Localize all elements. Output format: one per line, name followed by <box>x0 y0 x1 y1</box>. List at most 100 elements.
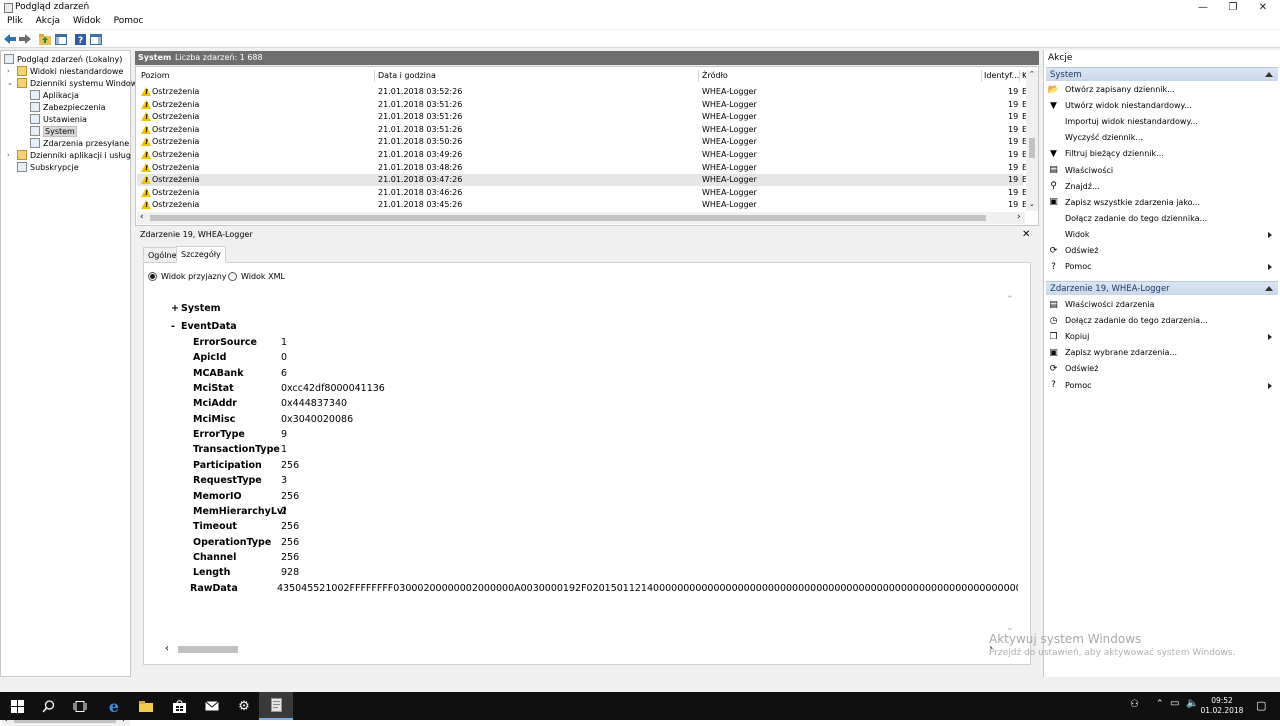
event-viewer-taskbar-icon[interactable] <box>259 692 293 720</box>
tree-item-app-service-logs[interactable]: › Dzienniki aplikacji i usług <box>7 149 131 161</box>
table-row[interactable]: Ostrzeżenia 21.01.2018 03:52:26 WHEA-Logge… <box>137 86 1027 98</box>
action-item[interactable]: ▣ Zapisz wszystkie zdarzenia jako... <box>1048 196 1276 210</box>
edge-browser-icon[interactable]: e <box>97 692 131 720</box>
action-item[interactable]: ▼ Utwórz widok niestandardowy... <box>1048 99 1276 113</box>
mail-icon[interactable] <box>195 692 229 720</box>
column-separator[interactable] <box>698 70 699 82</box>
section-system[interactable]: + System <box>171 303 221 314</box>
task-view-icon[interactable] <box>63 692 97 720</box>
restore-button[interactable]: ❐ <box>1218 0 1248 15</box>
scroll-up-icon[interactable]: ⌃ <box>1029 70 1035 78</box>
action-item[interactable]: ▤ Właściwości <box>1048 164 1276 178</box>
action-item[interactable]: Widok <box>1048 228 1276 242</box>
tree-item-system[interactable]: System <box>30 125 77 137</box>
column-header-level[interactable]: Poziom <box>141 71 170 80</box>
expand-chevron-icon[interactable]: › <box>7 151 15 159</box>
detail-horizontal-scrollbar[interactable]: ‹ › <box>163 643 999 655</box>
radio-dot[interactable] <box>228 272 237 281</box>
collapse-sign[interactable]: - <box>171 321 181 332</box>
tree-item-application[interactable]: Aplikacja <box>30 89 79 101</box>
table-row[interactable]: Ostrzeżenia 21.01.2018 03:45:26 WHEA-Logge… <box>137 199 1027 211</box>
column-separator[interactable] <box>981 70 982 82</box>
column-separator[interactable] <box>1019 70 1020 82</box>
help-icon[interactable]: ? <box>74 33 86 45</box>
table-row[interactable]: Ostrzeżenia 21.01.2018 03:47:26 WHEA-Logge… <box>137 174 1027 187</box>
search-icon[interactable] <box>31 692 65 720</box>
radio-xml-view[interactable]: Widok XML <box>228 272 285 281</box>
store-icon[interactable] <box>162 692 196 720</box>
scroll-right-icon[interactable]: › <box>1017 212 1021 222</box>
table-row[interactable]: Ostrzeżenia 21.01.2018 03:51:26 WHEA-Logge… <box>137 99 1027 111</box>
table-row[interactable]: Ostrzeżenia 21.01.2018 03:50:26 WHEA-Logge… <box>137 136 1027 148</box>
actions-section-system[interactable]: System <box>1046 67 1278 81</box>
collapse-arrow-icon[interactable] <box>1265 286 1273 291</box>
action-item[interactable]: ? Pomoc <box>1048 379 1276 393</box>
action-item[interactable]: ⚲ Znajdź... <box>1048 180 1276 194</box>
scroll-thumb[interactable] <box>1029 138 1035 158</box>
forward-arrow-icon[interactable] <box>19 33 31 45</box>
table-row[interactable]: Ostrzeżenia 21.01.2018 03:51:26 WHEA-Logge… <box>137 124 1027 136</box>
scroll-thumb[interactable] <box>150 215 986 221</box>
tree-item-windows-logs[interactable]: ⌄ Dzienniki systemu Windows <box>7 77 142 89</box>
menu-akcja[interactable]: Akcja <box>29 15 66 29</box>
show-hidden-icons-chevron-icon[interactable]: ⌃ <box>1156 699 1164 709</box>
tree-item-forwarded-events[interactable]: Zdarzenia przesyłane dalej <box>30 137 130 149</box>
menu-pomoc[interactable]: Pomoc <box>107 15 150 29</box>
people-icon[interactable]: ⚇ <box>1130 699 1139 710</box>
scroll-down-icon[interactable]: ⌄ <box>1029 200 1035 208</box>
grid-vertical-scrollbar[interactable]: ⌃ ⌄ <box>1026 70 1038 211</box>
action-item[interactable]: 📂 Otwórz zapisany dziennik... <box>1048 83 1276 97</box>
tree-item-root[interactable]: Podgląd zdarzeń (Lokalny) <box>4 53 122 65</box>
radio-friendly-view[interactable]: Widok przyjazny <box>148 272 227 281</box>
menu-widok[interactable]: Widok <box>66 15 107 29</box>
tree-item-security[interactable]: Zabezpieczenia <box>30 101 106 113</box>
show-hide-actions-icon[interactable] <box>90 33 102 45</box>
column-header-event-id[interactable]: Identyf... <box>984 71 1019 80</box>
table-row[interactable]: Ostrzeżenia 21.01.2018 03:46:26 WHEA-Logge… <box>137 187 1027 199</box>
table-row[interactable]: Ostrzeżenia 21.01.2018 03:49:26 WHEA-Logge… <box>137 149 1027 161</box>
file-explorer-icon[interactable] <box>129 692 163 720</box>
start-button[interactable] <box>0 692 34 720</box>
action-center-icon[interactable]: ▢ <box>1256 699 1266 712</box>
volume-icon[interactable]: 🔈 <box>1186 698 1198 709</box>
up-folder-icon[interactable] <box>39 33 51 45</box>
action-item[interactable]: ▤ Właściwości zdarzenia <box>1048 298 1276 312</box>
table-row[interactable]: Ostrzeżenia 21.01.2018 03:51:26 WHEA-Logge… <box>137 111 1027 123</box>
back-arrow-icon[interactable] <box>4 33 16 45</box>
network-icon[interactable]: ▭ <box>1170 698 1179 709</box>
action-item[interactable]: ❐ Kopiuj <box>1048 330 1276 344</box>
settings-gear-icon[interactable]: ⚙ <box>227 692 261 720</box>
menu-plik[interactable]: Plik <box>0 15 29 29</box>
minimize-button[interactable]: — <box>1188 0 1218 15</box>
section-eventdata[interactable]: - EventData <box>171 321 237 332</box>
action-item[interactable]: ▼ Filtruj bieżący dziennik... <box>1048 147 1276 161</box>
grid-horizontal-scrollbar[interactable]: ‹ › <box>137 212 1025 224</box>
column-header-source[interactable]: Źródło <box>702 71 728 80</box>
expand-chevron-icon[interactable]: › <box>7 67 15 75</box>
action-item[interactable]: ⟳ Odśwież <box>1048 362 1276 376</box>
show-hide-tree-icon[interactable] <box>55 33 67 45</box>
close-detail-icon[interactable]: ✕ <box>1022 229 1030 240</box>
collapse-arrow-icon[interactable] <box>1265 72 1273 77</box>
scroll-left-icon[interactable]: ‹ <box>165 643 169 654</box>
tree-item-subscriptions[interactable]: Subskrypcje <box>17 161 79 173</box>
tree-item-setup[interactable]: Ustawienia <box>30 113 87 125</box>
action-item[interactable]: Wyczyść dziennik... <box>1048 131 1276 145</box>
tree-item-custom-views[interactable]: › Widoki niestandardowe <box>7 65 123 77</box>
close-button[interactable]: ✕ <box>1248 0 1278 15</box>
action-item[interactable]: ⟳ Odśwież <box>1048 244 1276 258</box>
table-row[interactable]: Ostrzeżenia 21.01.2018 03:48:26 WHEA-Logge… <box>137 162 1027 174</box>
scroll-left-icon[interactable]: ‹ <box>140 212 144 222</box>
clock[interactable]: 09:52 01.02.2018 <box>1198 696 1246 716</box>
tab-details[interactable]: Szczegóły <box>176 246 226 263</box>
column-header-date[interactable]: Data i godzina <box>378 71 436 80</box>
scroll-up-icon[interactable]: ⌃ <box>1006 295 1014 305</box>
scroll-thumb[interactable] <box>178 646 238 653</box>
expand-sign[interactable]: + <box>171 303 181 314</box>
column-separator[interactable] <box>374 70 375 82</box>
action-item[interactable]: ? Pomoc <box>1048 260 1276 274</box>
action-item[interactable]: ▣ Zapisz wybrane zdarzenia... <box>1048 346 1276 360</box>
collapse-chevron-icon[interactable]: ⌄ <box>7 79 15 87</box>
action-item[interactable]: Dołącz zadanie do tego dziennika... <box>1048 212 1276 226</box>
actions-section-event[interactable]: Zdarzenie 19, WHEA-Logger <box>1046 281 1278 295</box>
